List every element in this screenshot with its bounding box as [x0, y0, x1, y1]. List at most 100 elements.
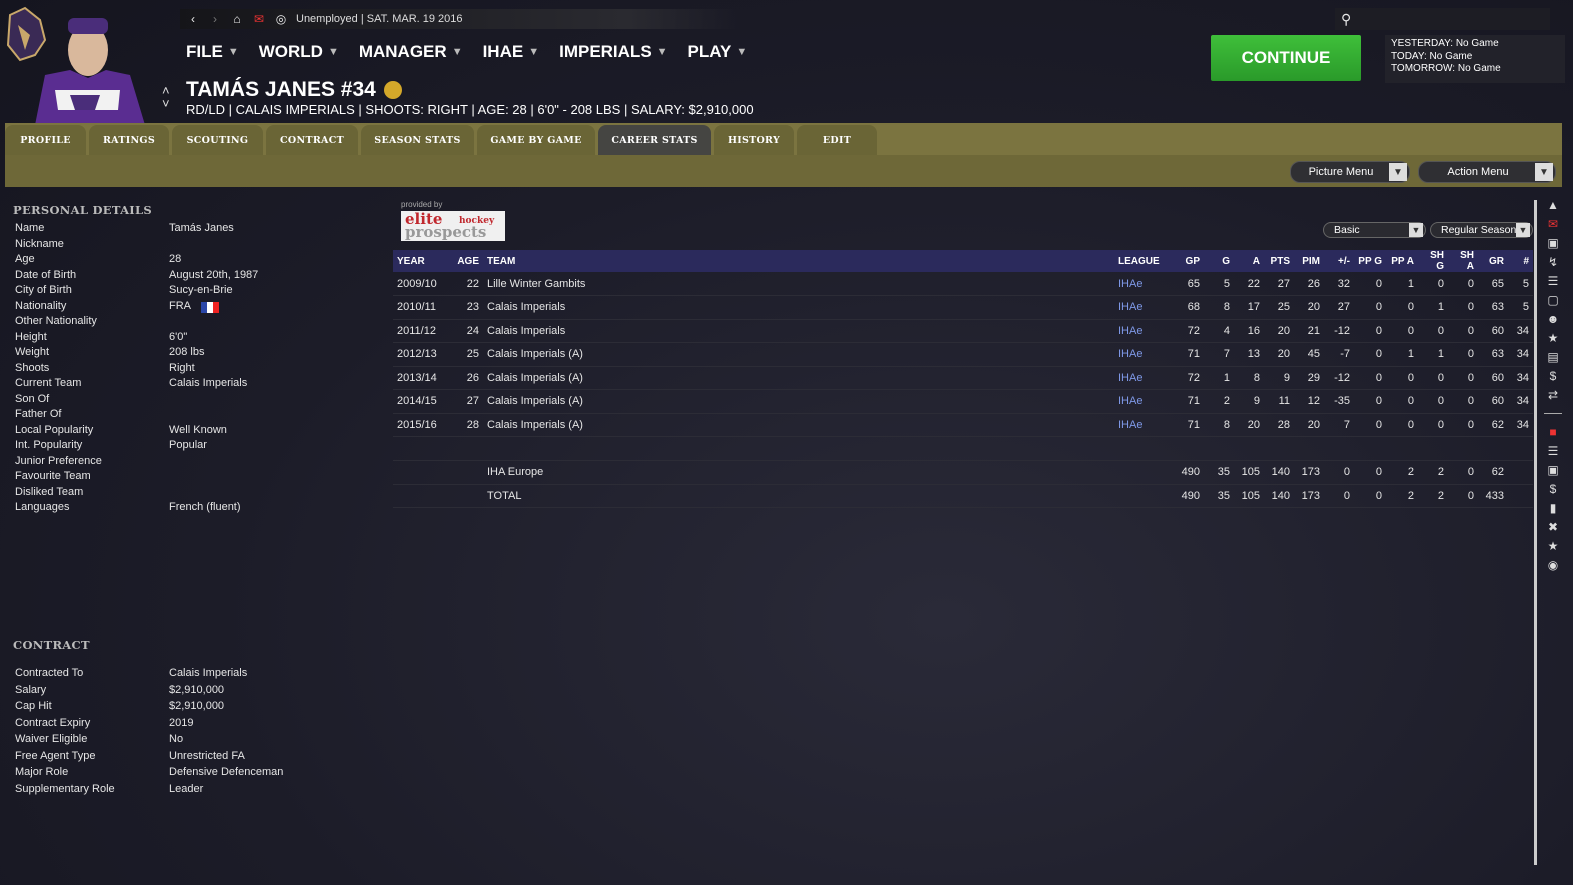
league-link[interactable]: IHAe [1114, 389, 1169, 414]
team-link[interactable]: Calais Imperials (A) [483, 389, 1114, 414]
clipboard-icon[interactable]: ▣ [1547, 236, 1558, 250]
globe-icon[interactable]: ◎ [274, 12, 288, 26]
menu-file[interactable]: FILE ▼ [186, 42, 239, 62]
picture-menu-button[interactable]: Picture Menu ▼ [1290, 161, 1410, 183]
menu-manager[interactable]: MANAGER ▼ [359, 42, 463, 62]
document-icon[interactable]: ▤ [1547, 350, 1558, 364]
table-cell: 2015/16 [393, 413, 453, 437]
league-link[interactable]: IHAe [1114, 272, 1169, 296]
table-row[interactable]: 2011/12 24 Calais Imperials IHAe 72 4 16 20 21 -1… [393, 319, 1533, 343]
column-header[interactable]: +/- [1324, 250, 1354, 272]
league-link[interactable]: IHAe [1114, 319, 1169, 343]
schedule-today: TODAY: No Game [1391, 50, 1473, 62]
contract-value: Leader [169, 782, 204, 795]
detail-value[interactable]: FRA [169, 300, 191, 316]
table-row[interactable]: 2009/10 22 Lille Winter Gambits IHAe 65 5 22 27… [393, 272, 1533, 296]
detail-row: Age 28 [15, 253, 258, 269]
season-type-select[interactable]: Regular Season ▼ [1430, 222, 1533, 238]
menu-ihae[interactable]: IHAE ▼ [483, 42, 540, 62]
column-header[interactable]: GR [1478, 250, 1508, 272]
column-header[interactable]: PIM [1294, 250, 1324, 272]
column-header[interactable]: PTS [1264, 250, 1294, 272]
scrollbar[interactable] [1534, 200, 1537, 865]
tab-scouting[interactable]: SCOUTING [172, 125, 263, 155]
binoculars-icon[interactable]: ◉ [1548, 558, 1558, 572]
detail-label: Current Team [15, 377, 82, 389]
tab-profile[interactable]: PROFILE [5, 125, 86, 155]
league-link[interactable]: IHAe [1114, 295, 1169, 320]
home-icon[interactable]: ⌂ [230, 12, 244, 26]
table-cell: 7 [1204, 342, 1234, 367]
column-header[interactable]: YEAR [393, 250, 453, 272]
continue-button[interactable]: CONTINUE [1211, 35, 1361, 81]
column-header[interactable]: PP A [1386, 250, 1418, 272]
list-icon[interactable]: ☰ [1548, 274, 1559, 288]
column-header[interactable]: TEAM [483, 250, 1114, 272]
team-link[interactable]: Calais Imperials (A) [483, 413, 1114, 437]
league-logo-icon[interactable]: ■ [1549, 425, 1556, 439]
tab-season-stats[interactable]: SEASON STATS [361, 125, 474, 155]
forward-icon[interactable]: › [208, 12, 222, 26]
tab-contract[interactable]: CONTRACT [266, 125, 358, 155]
league-link[interactable]: IHAe [1114, 366, 1169, 390]
team-link[interactable]: Calais Imperials (A) [483, 342, 1114, 367]
column-header[interactable]: PP G [1354, 250, 1386, 272]
tab-edit[interactable]: EDIT [797, 125, 877, 155]
stat-type-select[interactable]: Basic ▼ [1323, 222, 1426, 238]
people-icon[interactable]: ☻ [1547, 312, 1560, 326]
table-cell: 5 [1204, 272, 1234, 296]
bar-chart-icon[interactable]: ▮ [1550, 501, 1557, 515]
mail-icon[interactable]: ✉ [1548, 217, 1558, 231]
menu-world[interactable]: WORLD ▼ [259, 42, 339, 62]
column-header[interactable]: SH A [1448, 250, 1478, 272]
cup-icon[interactable]: ★ [1548, 539, 1559, 553]
helmet-icon[interactable]: ▲ [1547, 198, 1559, 212]
money-people-icon[interactable]: $ [1550, 369, 1557, 383]
menu-imperials[interactable]: IMPERIALS ▼ [559, 42, 667, 62]
player-nav-arrows[interactable]: ˄ ˅ [162, 84, 170, 110]
column-header[interactable]: A [1234, 250, 1264, 272]
menu-play[interactable]: PLAY ▼ [688, 42, 748, 62]
search-box[interactable]: ⚲ [1335, 8, 1550, 30]
mail-icon[interactable]: ✉ [252, 12, 266, 26]
table-row[interactable]: 2014/15 27 Calais Imperials (A) IHAe 71 2 9 11 1… [393, 389, 1533, 414]
dollar-icon[interactable]: $ [1550, 482, 1557, 496]
trophy-icon[interactable]: ★ [1548, 331, 1559, 345]
column-header[interactable]: LEAGUE [1114, 250, 1169, 272]
schedule-icon[interactable]: ▣ [1547, 463, 1558, 477]
table-row[interactable]: 2010/11 23 Calais Imperials IHAe 68 8 17 25 20 27… [393, 295, 1533, 320]
tab-history[interactable]: HISTORY [714, 125, 794, 155]
column-header[interactable]: SH G [1418, 250, 1448, 272]
search-icon[interactable]: ⚲ [1341, 11, 1351, 28]
column-header[interactable]: GP [1169, 250, 1204, 272]
column-header[interactable]: G [1204, 250, 1234, 272]
tab-career-stats[interactable]: CAREER STATS [598, 125, 711, 155]
contract-value[interactable]: Calais Imperials [169, 665, 247, 682]
league-link[interactable]: IHAe [1114, 413, 1169, 437]
table-cell: 0 [1418, 272, 1448, 296]
table-cell: 2009/10 [393, 272, 453, 296]
team-link[interactable]: Lille Winter Gambits [483, 272, 1114, 296]
action-menu-button[interactable]: Action Menu ▼ [1418, 161, 1556, 183]
team-link[interactable]: Calais Imperials [483, 319, 1114, 343]
detail-value[interactable]: Calais Imperials [169, 377, 247, 393]
sticks-icon[interactable]: ✖ [1548, 520, 1558, 534]
table-row[interactable]: 2015/16 28 Calais Imperials (A) IHAe 71 8 20 28… [393, 413, 1533, 437]
elite-prospects-logo[interactable]: provided by elite hockey prospects [401, 200, 507, 244]
tab-ratings[interactable]: RATINGS [89, 125, 169, 155]
team-link[interactable]: Calais Imperials (A) [483, 366, 1114, 390]
table-row[interactable]: 2012/13 25 Calais Imperials (A) IHAe 71 7 13 20… [393, 342, 1533, 367]
column-header[interactable]: AGE [453, 250, 483, 272]
exchange-icon[interactable]: ⇄ [1548, 388, 1558, 402]
team-link[interactable]: Calais Imperials [483, 295, 1114, 320]
empty-cell [453, 484, 483, 508]
standings-icon[interactable]: ☰ [1548, 444, 1559, 458]
table-row[interactable]: 2013/14 26 Calais Imperials (A) IHAe 72 1 8 9 29… [393, 366, 1533, 390]
tab-game-by-game[interactable]: GAME BY GAME [477, 125, 595, 155]
column-header[interactable]: # [1508, 250, 1533, 272]
rink-icon[interactable]: ▢ [1547, 293, 1558, 307]
league-link[interactable]: IHAe [1114, 342, 1169, 367]
table-cell: 7 [1324, 413, 1354, 437]
back-icon[interactable]: ‹ [186, 12, 200, 26]
tactics-icon[interactable]: ↯ [1548, 255, 1558, 269]
